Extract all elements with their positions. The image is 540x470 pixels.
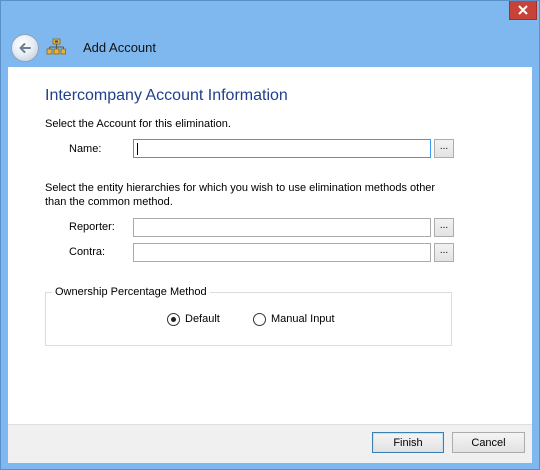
wizard-header: Add Account <box>8 31 533 67</box>
wizard-footer: Finish Cancel <box>8 424 532 463</box>
reporter-field[interactable] <box>133 218 431 237</box>
contra-label: Contra: <box>69 246 106 258</box>
wizard-window: Add Account Intercompany Account Informa… <box>0 0 540 470</box>
reporter-label: Reporter: <box>69 221 115 233</box>
radio-manual-input-label[interactable]: Manual Input <box>271 313 335 325</box>
finish-button[interactable]: Finish <box>372 432 444 453</box>
contra-input[interactable] <box>134 244 430 261</box>
ownership-groupbox <box>45 292 452 346</box>
radio-default[interactable] <box>167 313 180 326</box>
close-button[interactable] <box>509 1 537 20</box>
name-label: Name: <box>69 143 102 155</box>
contra-browse-button[interactable]: ... <box>434 243 454 262</box>
cancel-button[interactable]: Cancel <box>452 432 525 453</box>
name-browse-button[interactable]: ... <box>434 139 454 158</box>
wizard-content: Intercompany Account Information Select … <box>8 67 532 424</box>
window-title: Add Account <box>83 40 156 55</box>
radio-selected-dot <box>171 317 176 322</box>
radio-default-label[interactable]: Default <box>185 313 220 325</box>
account-instruction: Select the Account for this elimination. <box>45 118 231 130</box>
page-heading: Intercompany Account Information <box>45 87 288 104</box>
text-caret <box>137 143 138 155</box>
radio-manual-input[interactable] <box>253 313 266 326</box>
contra-field[interactable] <box>133 243 431 262</box>
back-arrow-icon <box>19 43 31 53</box>
back-button[interactable] <box>11 34 39 62</box>
name-field[interactable] <box>133 139 431 158</box>
hierarchy-instruction-line1: Select the entity hierarchies for which … <box>45 182 436 194</box>
name-input[interactable] <box>134 140 430 157</box>
account-tree-icon <box>46 38 66 55</box>
reporter-browse-button[interactable]: ... <box>434 218 454 237</box>
hierarchy-instruction-line2: than the common method. <box>45 196 173 208</box>
close-icon <box>518 5 528 15</box>
ownership-group-label: Ownership Percentage Method <box>52 286 210 298</box>
reporter-input[interactable] <box>134 219 430 236</box>
